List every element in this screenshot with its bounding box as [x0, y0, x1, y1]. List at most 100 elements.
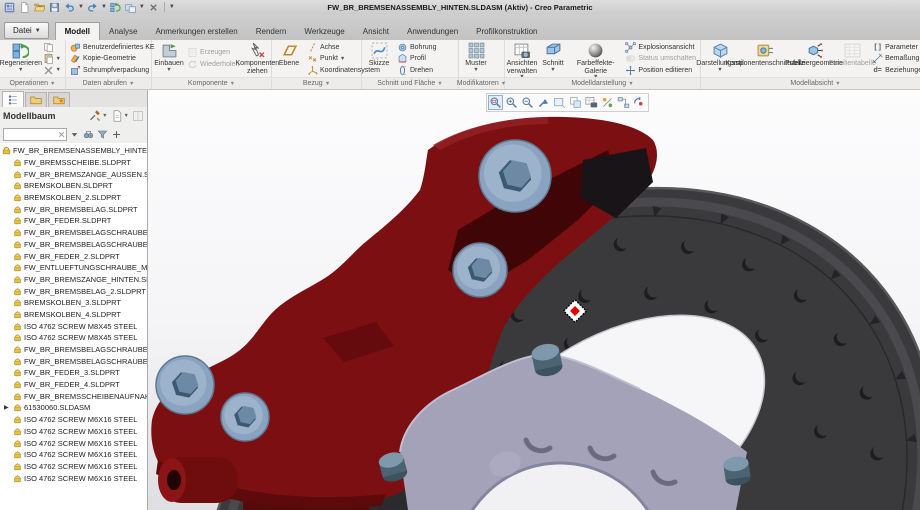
tree-search-input[interactable] — [4, 130, 57, 139]
tree-item[interactable]: BREMSKOLBEN_4.SLDPRT — [0, 309, 147, 321]
publish-geom-button[interactable]: Publiziergeometrie — [794, 41, 835, 76]
zoom-in-button[interactable] — [504, 95, 519, 110]
redo-button[interactable] — [86, 1, 99, 13]
tab-anwendungen[interactable]: Anwendungen — [398, 22, 467, 40]
tree-item[interactable]: FW_BR_BREMSBELAGSCHRAUBE — [0, 344, 147, 356]
edit-position-button[interactable]: Position editieren — [623, 64, 698, 76]
regenerate-small-button[interactable] — [109, 1, 122, 13]
tree-item[interactable]: BREMSKOLBEN_2.SLDPRT — [0, 192, 147, 204]
chevron-down-icon[interactable]: ▼ — [139, 4, 145, 10]
section-button[interactable]: Schnitt▼ — [538, 41, 568, 76]
tree-doc-button[interactable]: ▼ — [111, 110, 129, 122]
pattern-button[interactable]: Muster▼ — [461, 41, 491, 76]
tree-item[interactable]: ▶61530060.SLDASM — [0, 402, 147, 414]
tab-ansicht[interactable]: Ansicht — [354, 22, 398, 40]
tree-tools-button[interactable]: ▼ — [89, 110, 107, 122]
graphics-viewport[interactable] — [148, 90, 920, 510]
file-menu-button[interactable]: Datei ▼ — [4, 22, 49, 39]
dropdown-button[interactable] — [69, 129, 80, 140]
windows-button[interactable] — [124, 1, 137, 13]
save-button[interactable] — [48, 1, 61, 13]
family-table-button[interactable]: Familientabelle — [835, 41, 869, 76]
tree-item[interactable]: FW_BR_BREMSBELAGSCHRAUBE — [0, 355, 147, 367]
display-style-button[interactable]: Darstellungsstil▼ — [703, 41, 737, 76]
ribbon-group-label[interactable]: Modellabsicht▼ — [701, 77, 920, 89]
copy-geom-button[interactable]: Kopie-Geometrie — [68, 53, 157, 65]
create-button[interactable]: Erzeugen — [185, 47, 241, 59]
tree-item[interactable]: ISO 4762 SCREW M6X16 STEEL — [0, 449, 147, 461]
chevron-down-icon[interactable]: ▼ — [78, 4, 84, 10]
filter-button[interactable] — [97, 129, 108, 140]
undo-button[interactable] — [63, 1, 76, 13]
tree-item[interactable]: FW_BR_BREMSBELAGSCHRAUBE — [0, 227, 147, 239]
tab-modell[interactable]: Modell — [55, 22, 100, 40]
tab-profilkonstruktion[interactable]: Profilkonstruktion — [467, 22, 546, 40]
spin-center-button[interactable] — [632, 95, 647, 110]
tree-item[interactable]: FW_BREMSSCHEIBE.SLDPRT — [0, 157, 147, 169]
parameters-button[interactable]: [ ]Parameter — [870, 41, 920, 53]
hole-button[interactable]: Bohrung — [395, 41, 438, 53]
tab-analyse[interactable]: Analyse — [100, 22, 146, 40]
tree-item[interactable]: FW_ENTLUEFTUNGSCHRAUBE_M — [0, 262, 147, 274]
app-window-button[interactable] — [3, 1, 16, 13]
expand-plus-button[interactable] — [111, 129, 122, 140]
appearance-button[interactable]: Farbeffekte-Galerie▼ — [569, 41, 622, 76]
ribbon-group-label[interactable]: Operationen▼ — [0, 77, 65, 89]
clear-x-icon[interactable] — [57, 130, 66, 139]
tree-item[interactable]: FW_BR_BREMSBELAG_2.SLDPRT — [0, 285, 147, 297]
tree-search-box[interactable] — [3, 128, 67, 141]
tree-item[interactable]: ISO 4762 SCREW M6X16 STEEL — [0, 414, 147, 426]
tree-item[interactable]: ISO 4762 SCREW M8X45 STEEL — [0, 332, 147, 344]
explode-button[interactable]: Explosionsansicht — [623, 41, 698, 53]
zoom-out-button[interactable] — [520, 95, 535, 110]
udf-ke-button[interactable]: Benutzerdefiniertes KE — [68, 41, 157, 53]
new-file-button[interactable] — [18, 1, 31, 13]
tree-item[interactable]: ISO 4762 SCREW M6X16 STEEL — [0, 426, 147, 438]
tree-item[interactable]: FW_BR_FEDER_2.SLDPRT — [0, 250, 147, 262]
expand-arrow-icon[interactable]: ▶ — [4, 404, 9, 411]
revolve-button[interactable]: Drehen — [395, 64, 438, 76]
tree-item[interactable]: ISO 4762 SCREW M6X16 STEEL — [0, 437, 147, 449]
tab-werkzeuge[interactable]: Werkzeuge — [295, 22, 353, 40]
tree-item[interactable]: FW_BR_BREMSBELAG.SLDPRT — [0, 203, 147, 215]
copy-button[interactable] — [41, 41, 63, 53]
relations-button[interactable]: d=Beziehungen — [870, 64, 920, 76]
shrinkwrap-button[interactable]: Schrumpfverpackung — [68, 64, 157, 76]
tree-item[interactable]: FW_BR_FEDER_4.SLDPRT — [0, 379, 147, 391]
annotation-display-button[interactable] — [616, 95, 631, 110]
chevron-down-icon[interactable]: ▼ — [101, 4, 107, 10]
sketch-button[interactable]: Skizze — [364, 41, 394, 76]
display-style-sm-button[interactable] — [552, 95, 567, 110]
delete-button[interactable]: ▼ — [41, 64, 63, 76]
panel-tab-folder-tab[interactable] — [25, 92, 47, 107]
tree-item[interactable]: FW_BR_BREMSZANGE_HINTEN.SL — [0, 274, 147, 286]
close-session-button[interactable] — [147, 1, 160, 13]
plane-button[interactable]: Ebene — [274, 41, 304, 76]
tree-item[interactable]: ISO 4762 SCREW M6X16 STEEL — [0, 472, 147, 484]
panel-tab-favorites-tab[interactable] — [48, 92, 70, 107]
ribbon-group-label[interactable]: Schnitt und Fläche▼ — [362, 77, 458, 89]
datum-display-button[interactable] — [600, 95, 615, 110]
tree-item[interactable]: BREMSKOLBEN_3.SLDPRT — [0, 297, 147, 309]
customize-toolbar-arrow[interactable]: ▼ — [169, 4, 175, 10]
tree-item[interactable]: FW_BR_FEDER.SLDPRT — [0, 215, 147, 227]
drag-comp-button[interactable]: Komponenten ziehen — [242, 41, 272, 76]
open-folder-button[interactable] — [33, 1, 46, 13]
comp-interface-button[interactable]: Komponentenschnittstelle — [738, 41, 793, 76]
zoom-window-button[interactable] — [488, 95, 503, 110]
regenerate-button[interactable]: Regenerieren▼ — [2, 41, 40, 76]
tree-item[interactable]: FW_BR_BREMSZANGE_AUSSEN.SLD — [0, 168, 147, 180]
panel-tab-tree-tab[interactable] — [2, 91, 24, 107]
ribbon-group-label[interactable]: Daten abrufen▼ — [66, 77, 151, 89]
tree-item[interactable]: FW_BR_FEDER_3.SLDPRT — [0, 367, 147, 379]
status-toggle-button[interactable]: Status umschalten — [623, 53, 698, 65]
repeat-button[interactable]: Wiederholen — [185, 59, 241, 71]
refit-button[interactable] — [536, 95, 551, 110]
ribbon-group-label[interactable]: Modelldarstellung▼ — [505, 77, 700, 89]
dimension-button[interactable]: Bemaßung — [870, 53, 920, 65]
tree-item[interactable]: ISO 4762 SCREW M8X45 STEEL — [0, 320, 147, 332]
paste-button[interactable]: ▼ — [41, 53, 63, 65]
ribbon-group-label[interactable]: Komponente▼ — [152, 77, 271, 89]
tree-columns-button[interactable] — [132, 110, 144, 122]
tree-item[interactable]: ISO 4762 SCREW M6X16 STEEL — [0, 461, 147, 473]
